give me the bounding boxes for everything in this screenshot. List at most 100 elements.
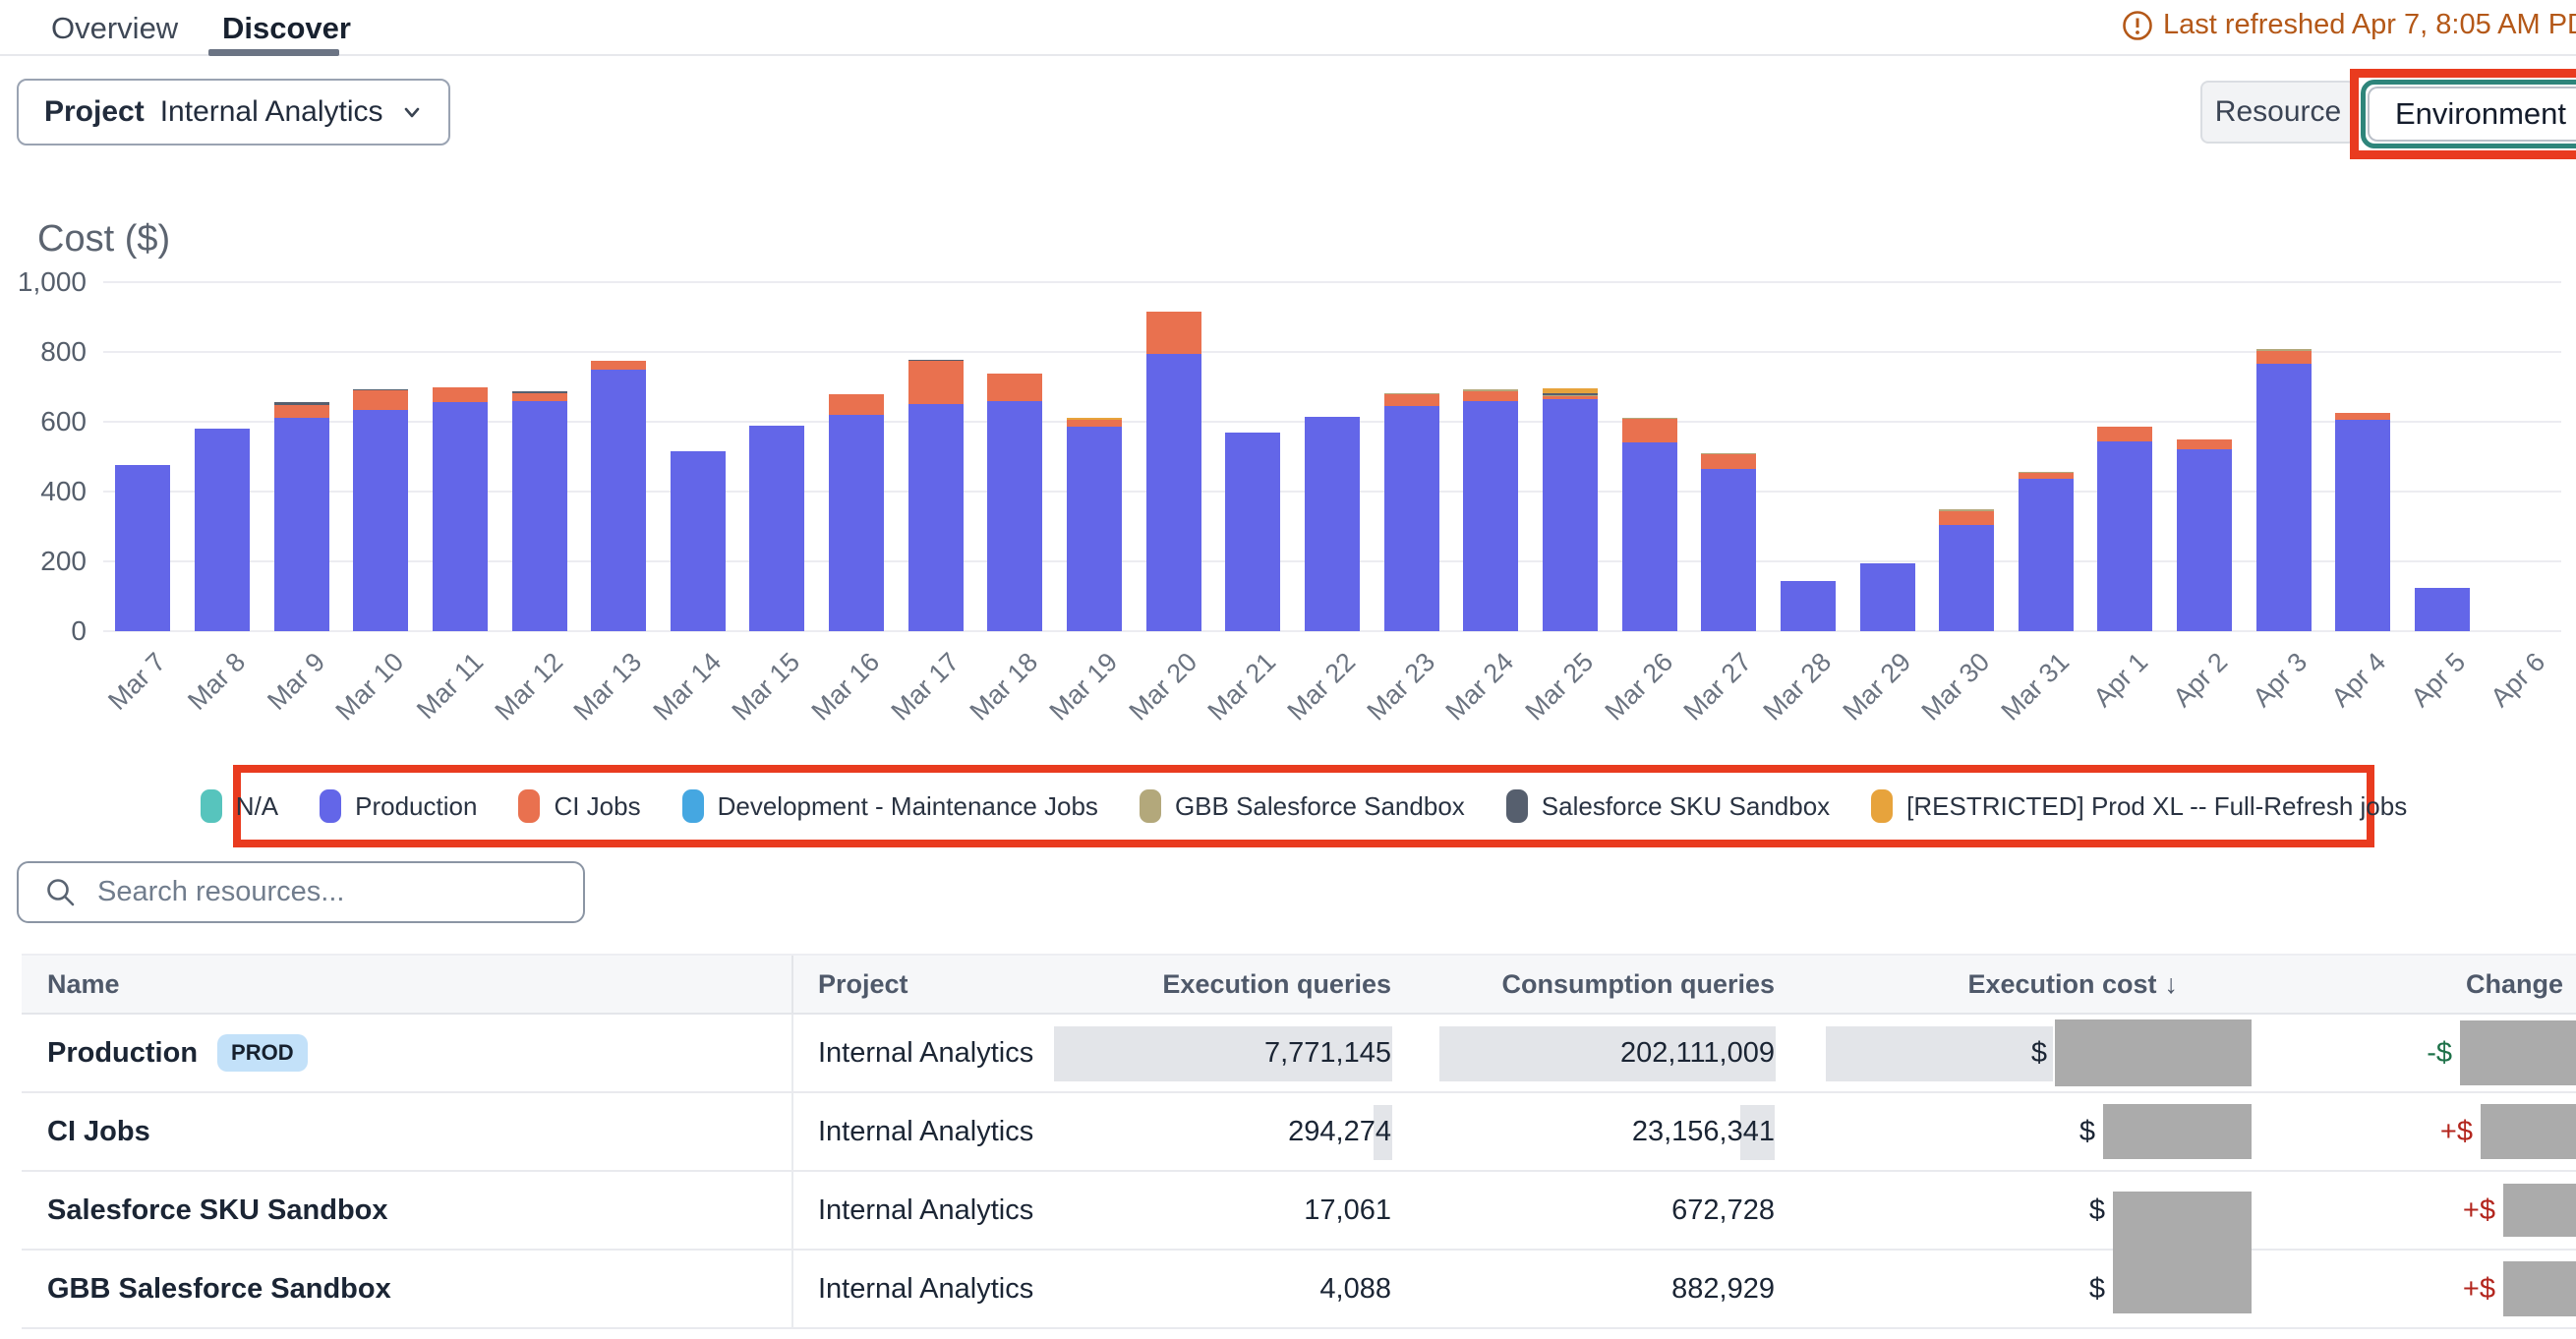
project-filter-dropdown[interactable]: Project Internal Analytics — [17, 79, 450, 146]
bar-mar-9[interactable] — [274, 402, 329, 631]
column-header-name[interactable]: Name — [22, 969, 791, 1000]
bar-segment-production[interactable] — [1305, 417, 1360, 631]
legend-item-gbb-salesforce-sandbox[interactable]: GBB Salesforce Sandbox — [1140, 789, 1465, 823]
bar-mar-22[interactable] — [1305, 417, 1360, 631]
bar-mar-19[interactable] — [1067, 418, 1122, 631]
bar-segment-ci-jobs[interactable] — [1463, 391, 1518, 401]
legend-item-production[interactable]: Production — [320, 789, 477, 823]
bar-mar-29[interactable] — [1860, 563, 1915, 631]
bar-segment-ci-jobs[interactable] — [2335, 413, 2390, 420]
bar-segment-production[interactable] — [908, 404, 964, 631]
bar-segment-production[interactable] — [1701, 469, 1756, 631]
bar-segment-production[interactable] — [353, 410, 408, 631]
bar-segment-production[interactable] — [671, 451, 726, 631]
bar-segment-production[interactable] — [2256, 364, 2312, 631]
group-by-environment-button[interactable]: Environment — [2368, 87, 2576, 142]
bar-segment-ci-jobs[interactable] — [2177, 439, 2232, 450]
bar-segment-ci-jobs[interactable] — [1701, 454, 1756, 469]
resource-name[interactable]: GBB Salesforce Sandbox — [47, 1273, 391, 1306]
resource-name[interactable]: Production — [47, 1037, 198, 1070]
bar-apr-1[interactable] — [2097, 427, 2152, 631]
bar-segment-ci-jobs[interactable] — [1939, 511, 1994, 525]
legend-item-development-maintenance-jobs[interactable]: Development - Maintenance Jobs — [682, 789, 1098, 823]
bar-segment-ci-jobs[interactable] — [987, 374, 1042, 401]
bar-segment-production[interactable] — [274, 418, 329, 631]
bar-segment-production[interactable] — [1781, 581, 1836, 631]
bar-mar-14[interactable] — [671, 451, 726, 631]
bar-segment-production[interactable] — [2097, 441, 2152, 631]
bar-mar-15[interactable] — [749, 426, 804, 631]
bar-segment-production[interactable] — [1225, 433, 1280, 631]
bar-segment-ci-jobs[interactable] — [2256, 351, 2312, 364]
bar-mar-10[interactable] — [353, 389, 408, 631]
legend-item-ci-jobs[interactable]: CI Jobs — [518, 789, 640, 823]
legend-item-n-a[interactable]: N/A — [201, 789, 278, 823]
bar-segment-production[interactable] — [1146, 354, 1201, 631]
bar-segment-production[interactable] — [749, 426, 804, 631]
bar-mar-20[interactable] — [1146, 312, 1201, 631]
bar-segment-production[interactable] — [1543, 399, 1598, 631]
bar-segment-ci-jobs[interactable] — [1384, 394, 1439, 406]
search-box[interactable] — [17, 861, 585, 923]
bar-mar-18[interactable] — [987, 374, 1042, 631]
column-header-project[interactable]: Project — [791, 956, 1106, 1013]
bar-segment-ci-jobs[interactable] — [1146, 312, 1201, 354]
bar-apr-4[interactable] — [2335, 413, 2390, 631]
bar-mar-27[interactable] — [1701, 453, 1756, 631]
bar-segment-production[interactable] — [1939, 525, 1994, 631]
bar-segment-ci-jobs[interactable] — [512, 393, 567, 401]
legend-item-salesforce-sku-sandbox[interactable]: Salesforce SKU Sandbox — [1506, 789, 1830, 823]
group-by-resource-button[interactable]: Resource — [2200, 81, 2356, 144]
bar-segment-ci-jobs[interactable] — [829, 394, 884, 415]
bar-segment-production[interactable] — [829, 415, 884, 631]
bar-mar-7[interactable] — [115, 465, 170, 631]
bar-mar-31[interactable] — [2019, 472, 2074, 631]
column-header-execution-queries[interactable]: Execution queries — [1106, 969, 1391, 1000]
bar-segment-production[interactable] — [2177, 449, 2232, 631]
bar-mar-26[interactable] — [1622, 418, 1677, 631]
bar-segment-ci-jobs[interactable] — [274, 405, 329, 418]
bar-segment-production[interactable] — [987, 401, 1042, 631]
resource-name[interactable]: CI Jobs — [47, 1116, 150, 1148]
bar-segment-production[interactable] — [591, 370, 646, 631]
legend-item--restricted-prod-xl-full-refresh-jobs[interactable]: [RESTRICTED] Prod XL -- Full-Refresh job… — [1871, 789, 2407, 823]
bar-apr-3[interactable] — [2256, 349, 2312, 631]
bar-segment-production[interactable] — [512, 401, 567, 631]
bar-segment-production[interactable] — [433, 402, 488, 631]
bar-segment-production[interactable] — [1860, 563, 1915, 631]
bar-mar-30[interactable] — [1939, 509, 1994, 631]
bar-mar-16[interactable] — [829, 394, 884, 631]
bar-segment-ci-jobs[interactable] — [2097, 427, 2152, 440]
bar-mar-11[interactable] — [433, 387, 488, 631]
tab-overview[interactable]: Overview — [51, 11, 178, 46]
bar-mar-25[interactable] — [1543, 388, 1598, 631]
column-header-consumption-queries[interactable]: Consumption queries — [1391, 969, 1775, 1000]
bar-mar-17[interactable] — [908, 360, 964, 631]
bar-mar-13[interactable] — [591, 361, 646, 631]
bar-segment-ci-jobs[interactable] — [1067, 420, 1122, 427]
bar-segment-ci-jobs[interactable] — [1622, 419, 1677, 442]
bar-mar-8[interactable] — [195, 429, 250, 631]
resource-name[interactable]: Salesforce SKU Sandbox — [47, 1194, 388, 1227]
bar-mar-12[interactable] — [512, 391, 567, 631]
bar-mar-23[interactable] — [1384, 393, 1439, 631]
bar-segment-production[interactable] — [2415, 588, 2470, 631]
bar-segment-ci-jobs[interactable] — [591, 361, 646, 370]
bar-segment-production[interactable] — [1384, 406, 1439, 631]
bar-mar-24[interactable] — [1463, 389, 1518, 631]
bar-segment-production[interactable] — [1463, 401, 1518, 631]
bar-segment-production[interactable] — [2335, 420, 2390, 631]
table-row[interactable]: Production PROD Internal Analytics 7,771… — [22, 1015, 2576, 1093]
table-row[interactable]: GBB Salesforce Sandbox Internal Analytic… — [22, 1251, 2576, 1329]
bar-segment-production[interactable] — [195, 429, 250, 631]
tab-discover[interactable]: Discover — [222, 11, 351, 46]
bar-mar-28[interactable] — [1781, 581, 1836, 631]
bar-mar-21[interactable] — [1225, 433, 1280, 631]
bar-segment-production[interactable] — [2019, 479, 2074, 631]
search-input[interactable] — [97, 876, 563, 908]
column-header-execution-cost[interactable]: Execution cost ↓ — [1775, 969, 2252, 1000]
bar-segment-production[interactable] — [1622, 442, 1677, 631]
bar-segment-ci-jobs[interactable] — [353, 390, 408, 410]
bar-segment-production[interactable] — [1067, 427, 1122, 631]
bar-apr-2[interactable] — [2177, 439, 2232, 631]
